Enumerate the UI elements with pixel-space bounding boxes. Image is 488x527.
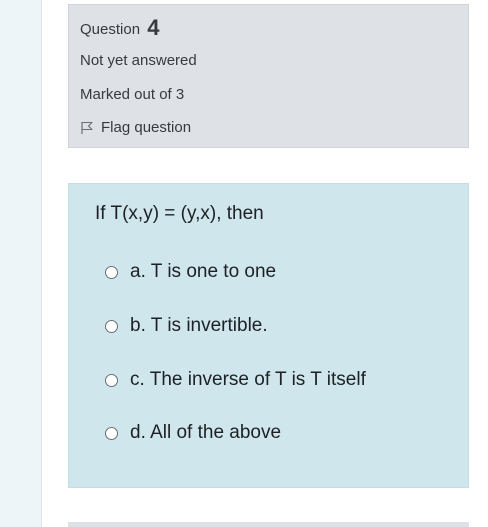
answer-option-a[interactable]: a. T is one to one (105, 261, 276, 283)
question-number: 4 (147, 15, 160, 40)
answer-label-c: c. The inverse of T is T itself (130, 369, 366, 390)
question-label: Question (80, 21, 141, 38)
radio-button-a[interactable] (105, 265, 118, 279)
question-info-panel: Question 4 Not yet answered Marked out o… (68, 4, 469, 148)
answer-option-c[interactable]: c. The inverse of T is T itself (105, 369, 366, 391)
flag-outline-icon (81, 121, 93, 134)
flag-question-link[interactable]: Flag question (80, 119, 191, 136)
answer-option-d[interactable]: d. All of the above (105, 422, 281, 444)
question-heading: Question 4 (80, 15, 159, 41)
radio-button-d[interactable] (105, 426, 118, 440)
next-question-panel-edge (68, 522, 469, 527)
answer-label-b: b. T is invertible. (130, 315, 268, 336)
answer-label-d: d. All of the above (130, 422, 282, 443)
flag-question-label: Flag question (101, 119, 192, 136)
question-text: If T(x,y) = (y,x), then (95, 203, 264, 224)
question-state: Not yet answered (80, 52, 197, 69)
radio-button-b[interactable] (105, 319, 118, 333)
question-grade: Marked out of 3 (80, 86, 185, 103)
answer-label-a: a. T is one to one (130, 261, 277, 282)
question-content-panel: If T(x,y) = (y,x), then a. T is one to o… (68, 183, 469, 488)
left-drawer-strip (0, 0, 42, 527)
radio-button-c[interactable] (105, 373, 118, 387)
answer-option-b[interactable]: b. T is invertible. (105, 315, 268, 337)
